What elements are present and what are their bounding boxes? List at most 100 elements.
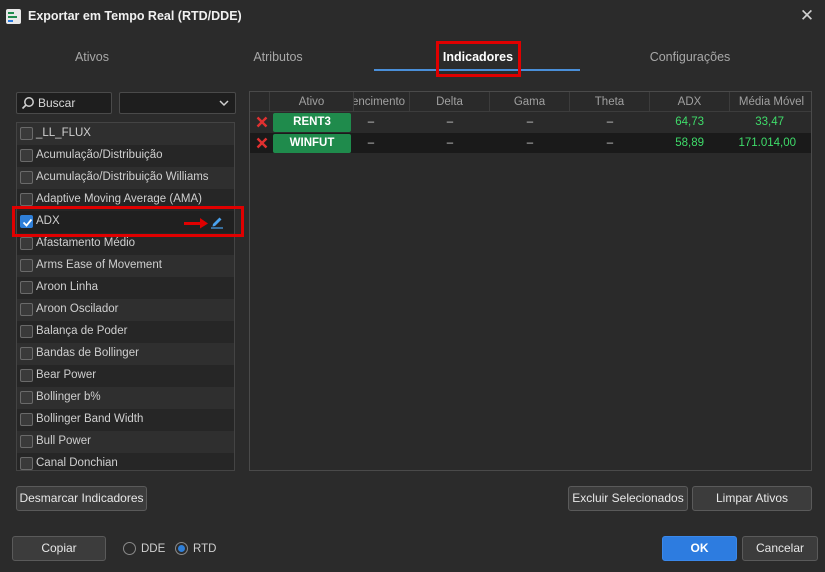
app-icon bbox=[6, 9, 21, 24]
list-item[interactable]: Bollinger Band Width bbox=[17, 409, 234, 431]
list-item-label: Arms Ease of Movement bbox=[36, 259, 162, 271]
ticker-badge[interactable]: WINFUT bbox=[273, 134, 351, 153]
tab-ativos[interactable]: Ativos bbox=[42, 40, 142, 70]
cell-theta: – bbox=[606, 137, 614, 149]
cell-gama: – bbox=[526, 116, 534, 128]
search-field[interactable] bbox=[16, 92, 112, 114]
checkbox-checked[interactable] bbox=[20, 215, 33, 228]
cell-gama: – bbox=[526, 137, 534, 149]
list-item[interactable]: Aroon Linha bbox=[17, 277, 234, 299]
tab-atributos[interactable]: Atributos bbox=[228, 40, 328, 70]
header-delete-col bbox=[250, 92, 270, 112]
list-item-label: Aroon Oscilador bbox=[36, 303, 119, 315]
checkbox[interactable] bbox=[20, 259, 33, 272]
list-item[interactable]: Aroon Oscilador bbox=[17, 299, 234, 321]
table-row[interactable]: RENT3 – – – – 64,73 33,47 bbox=[250, 112, 811, 132]
cell-delta: – bbox=[446, 116, 454, 128]
ok-button[interactable]: OK bbox=[662, 536, 737, 561]
cell-adx: 64,73 bbox=[675, 116, 704, 128]
ticker-badge[interactable]: RENT3 bbox=[273, 113, 351, 132]
active-tab-indicator bbox=[374, 69, 580, 71]
list-item-label: Canal Donchian bbox=[36, 457, 118, 469]
list-item[interactable]: Afastamento Médio bbox=[17, 233, 234, 255]
checkbox[interactable] bbox=[20, 435, 33, 448]
checkbox[interactable] bbox=[20, 149, 33, 162]
tab-indicadores[interactable]: Indicadores bbox=[428, 40, 528, 70]
list-item[interactable]: Balança de Poder bbox=[17, 321, 234, 343]
checkbox[interactable] bbox=[20, 237, 33, 250]
list-item[interactable]: _LL_FLUX bbox=[17, 123, 234, 145]
cell-theta: – bbox=[606, 116, 614, 128]
search-input[interactable] bbox=[38, 95, 108, 111]
window-title: Exportar em Tempo Real (RTD/DDE) bbox=[28, 9, 242, 23]
table-row[interactable]: WINFUT – – – – 58,89 171.014,00 bbox=[250, 133, 811, 153]
list-item[interactable]: Bull Power bbox=[17, 431, 234, 453]
cell-media-movel: 171.014,00 bbox=[738, 137, 796, 149]
list-item[interactable]: Bandas de Bollinger bbox=[17, 343, 234, 365]
list-item-label: Acumulação/Distribuição bbox=[36, 149, 163, 161]
edit-pencil-icon[interactable] bbox=[210, 215, 224, 229]
list-item-label: Bear Power bbox=[36, 369, 97, 381]
header-ativo[interactable]: Ativo bbox=[270, 92, 354, 112]
cancelar-button[interactable]: Cancelar bbox=[742, 536, 818, 561]
desmarcar-indicadores-button[interactable]: Desmarcar Indicadores bbox=[16, 486, 147, 511]
tab-bar: Ativos Atributos Indicadores Configuraçõ… bbox=[0, 40, 825, 72]
header-delta[interactable]: Delta bbox=[410, 92, 490, 112]
list-item[interactable]: Bear Power bbox=[17, 365, 234, 387]
list-item[interactable]: Acumulação/Distribuição Williams bbox=[17, 167, 234, 189]
copiar-button[interactable]: Copiar bbox=[12, 536, 106, 561]
list-item-label: ADX bbox=[36, 215, 60, 227]
header-theta[interactable]: Theta bbox=[570, 92, 650, 112]
indicator-list: _LL_FLUX Acumulação/Distribuição Acumula… bbox=[16, 122, 235, 471]
checkbox[interactable] bbox=[20, 347, 33, 360]
checkbox[interactable] bbox=[20, 325, 33, 338]
list-item-label: Bollinger b% bbox=[36, 391, 101, 403]
limpar-ativos-button[interactable]: Limpar Ativos bbox=[692, 486, 812, 511]
list-item-label: Bull Power bbox=[36, 435, 91, 447]
chevron-down-icon bbox=[219, 100, 229, 107]
checkbox[interactable] bbox=[20, 457, 33, 470]
list-item-label: Balança de Poder bbox=[36, 325, 128, 337]
cell-media-movel: 33,47 bbox=[755, 116, 784, 128]
filter-dropdown[interactable] bbox=[119, 92, 236, 114]
cell-adx: 58,89 bbox=[675, 137, 704, 149]
tab-configuracoes[interactable]: Configurações bbox=[640, 40, 740, 70]
list-item-label: Bandas de Bollinger bbox=[36, 347, 139, 359]
excluir-selecionados-button[interactable]: Excluir Selecionados bbox=[568, 486, 688, 511]
cell-vencimento: – bbox=[367, 137, 375, 149]
checkbox[interactable] bbox=[20, 369, 33, 382]
export-grid: Ativo encimento Delta Gama Theta ADX Méd… bbox=[249, 91, 812, 471]
list-item[interactable]: Arms Ease of Movement bbox=[17, 255, 234, 277]
list-item[interactable]: Adaptive Moving Average (AMA) bbox=[17, 189, 234, 211]
checkbox[interactable] bbox=[20, 127, 33, 140]
checkbox[interactable] bbox=[20, 413, 33, 426]
checkbox[interactable] bbox=[20, 303, 33, 316]
delete-icon[interactable] bbox=[256, 116, 268, 128]
header-gama[interactable]: Gama bbox=[490, 92, 570, 112]
check-icon bbox=[22, 218, 33, 227]
radio-rtd-label: RTD bbox=[193, 543, 217, 555]
checkbox[interactable] bbox=[20, 391, 33, 404]
list-item[interactable]: Acumulação/Distribuição bbox=[17, 145, 234, 167]
list-item[interactable]: Canal Donchian bbox=[17, 453, 234, 470]
radio-dde[interactable] bbox=[123, 542, 136, 555]
grid-header: Ativo encimento Delta Gama Theta ADX Méd… bbox=[250, 92, 811, 112]
header-vencimento[interactable]: encimento bbox=[354, 92, 410, 112]
list-item-label: _LL_FLUX bbox=[36, 127, 91, 139]
header-adx[interactable]: ADX bbox=[650, 92, 730, 112]
title-bar: Exportar em Tempo Real (RTD/DDE) ✕ bbox=[0, 0, 825, 34]
list-item[interactable]: Bollinger b% bbox=[17, 387, 234, 409]
checkbox[interactable] bbox=[20, 171, 33, 184]
list-item-adx[interactable]: ADX bbox=[17, 211, 234, 233]
arrow-annotation-icon bbox=[184, 218, 208, 229]
radio-dde-label: DDE bbox=[141, 543, 166, 555]
radio-rtd[interactable] bbox=[175, 542, 188, 555]
list-item-label: Acumulação/Distribuição Williams bbox=[36, 171, 209, 183]
delete-icon[interactable] bbox=[256, 137, 268, 149]
checkbox[interactable] bbox=[20, 193, 33, 206]
close-icon[interactable]: ✕ bbox=[799, 7, 815, 24]
list-item-label: Bollinger Band Width bbox=[36, 413, 144, 425]
checkbox[interactable] bbox=[20, 281, 33, 294]
header-media-movel[interactable]: Média Móvel bbox=[730, 92, 811, 112]
search-icon bbox=[21, 97, 34, 110]
